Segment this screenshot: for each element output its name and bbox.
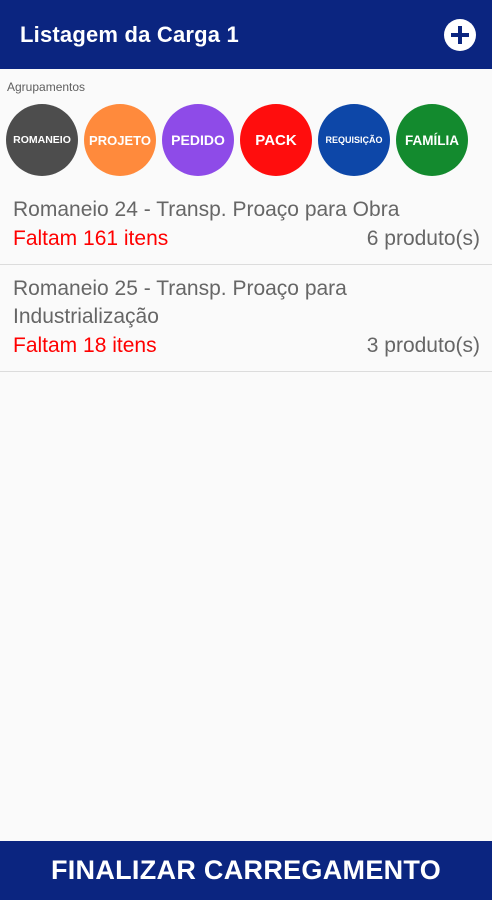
item-footer: Faltam 161 itens 6 produto(s): [13, 224, 480, 254]
missing-items-text: Faltam 18 itens: [13, 334, 157, 357]
chip-pedido[interactable]: PEDIDO: [162, 104, 234, 176]
chip-label: PEDIDO: [171, 132, 225, 148]
chip-pack[interactable]: PACK: [240, 104, 312, 176]
chip-requisicao[interactable]: REQUISIÇÃO: [318, 104, 390, 176]
groupings-label: Agrupamentos: [7, 80, 86, 94]
chip-label: REQUISIÇÃO: [325, 135, 383, 145]
chip-familia[interactable]: FAMÍLIA: [396, 104, 468, 176]
product-count-text: 6 produto(s): [366, 227, 480, 250]
missing-items-text: Faltam 161 itens: [13, 227, 169, 250]
app-screen: Listagem da Carga 1 Agrupamentos ROMANEI…: [0, 0, 492, 900]
list-item[interactable]: Romaneio 25 - Transp. Proaço para Indust…: [0, 265, 492, 372]
chip-label: ROMANEIO: [13, 134, 71, 146]
plus-circle-icon[interactable]: [444, 18, 476, 51]
chip-label: PACK: [255, 131, 297, 149]
chip-romaneio[interactable]: ROMANEIO: [6, 104, 78, 176]
item-footer: Faltam 18 itens 3 produto(s): [13, 331, 480, 361]
chip-label: FAMÍLIA: [405, 132, 459, 148]
grouping-chips: ROMANEIO PROJETO PEDIDO PACK REQUISIÇÃO …: [6, 104, 468, 176]
romaneio-list: Romaneio 24 - Transp. Proaço para Obra F…: [0, 186, 492, 372]
item-title: Romaneio 24 - Transp. Proaço para Obra: [13, 198, 400, 221]
page-title: Listagem da Carga 1: [20, 21, 239, 47]
chip-label: PROJETO: [89, 132, 151, 148]
list-item[interactable]: Romaneio 24 - Transp. Proaço para Obra F…: [0, 186, 492, 265]
finalize-loading-button[interactable]: FINALIZAR CARREGAMENTO: [0, 841, 492, 900]
item-title: Romaneio 25 - Transp. Proaço para Indust…: [13, 277, 347, 328]
product-count-text: 3 produto(s): [366, 334, 480, 357]
chip-projeto[interactable]: PROJETO: [84, 104, 156, 176]
app-bar: Listagem da Carga 1: [0, 0, 492, 69]
